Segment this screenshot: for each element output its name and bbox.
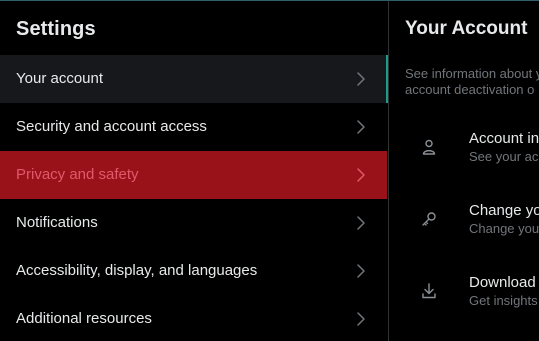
account-panel: Your Account See information about y acc…	[389, 1, 539, 341]
key-icon	[422, 212, 436, 226]
account-description: See information about y account deactiva…	[405, 66, 539, 98]
account-item-title: Download	[469, 274, 536, 291]
settings-title: Settings	[16, 18, 96, 40]
account-description-line: See information about y	[405, 66, 539, 81]
menu-item-your-account[interactable]: Your account	[0, 55, 387, 103]
menu-item-label: Security and account access	[16, 118, 207, 135]
chevron-right-icon	[357, 120, 365, 134]
menu-item-label: Accessibility, display, and languages	[16, 262, 258, 279]
menu-item-privacy[interactable]: Privacy and safety	[0, 151, 387, 199]
account-item-subtitle: Get insights	[469, 293, 538, 308]
person-icon	[422, 139, 436, 155]
menu-item-additional-resources[interactable]: Additional resources	[0, 295, 387, 341]
account-item-download-archive[interactable]: Download Get insights	[389, 257, 539, 329]
account-item-change-password[interactable]: Change yo Change your	[389, 185, 539, 257]
settings-panel: Settings Your account Security and accou…	[0, 1, 388, 341]
account-item-subtitle: See your acc	[469, 149, 539, 164]
menu-item-security[interactable]: Security and account access	[0, 103, 387, 151]
account-item-information[interactable]: Account in See your acc	[389, 113, 539, 185]
download-icon	[422, 283, 436, 299]
account-title: Your Account	[405, 18, 528, 39]
chevron-right-icon	[357, 264, 365, 278]
account-item-title: Change yo	[469, 202, 539, 219]
chevron-right-icon	[357, 216, 365, 230]
app-window: Settings Your account Security and accou…	[0, 0, 539, 341]
menu-item-accessibility[interactable]: Accessibility, display, and languages	[0, 247, 387, 295]
chevron-right-icon	[357, 168, 365, 182]
account-item-title: Account in	[469, 130, 539, 147]
chevron-right-icon	[357, 72, 365, 86]
account-description-line: account deactivation o	[405, 82, 535, 97]
menu-item-label: Privacy and safety	[16, 166, 139, 183]
settings-menu: Your account Security and account access…	[0, 55, 387, 341]
menu-item-notifications[interactable]: Notifications	[0, 199, 387, 247]
chevron-right-icon	[357, 312, 365, 326]
account-item-subtitle: Change your	[469, 221, 539, 236]
menu-item-label: Additional resources	[16, 310, 152, 327]
menu-item-label: Your account	[16, 70, 104, 87]
menu-item-label: Notifications	[16, 214, 98, 231]
